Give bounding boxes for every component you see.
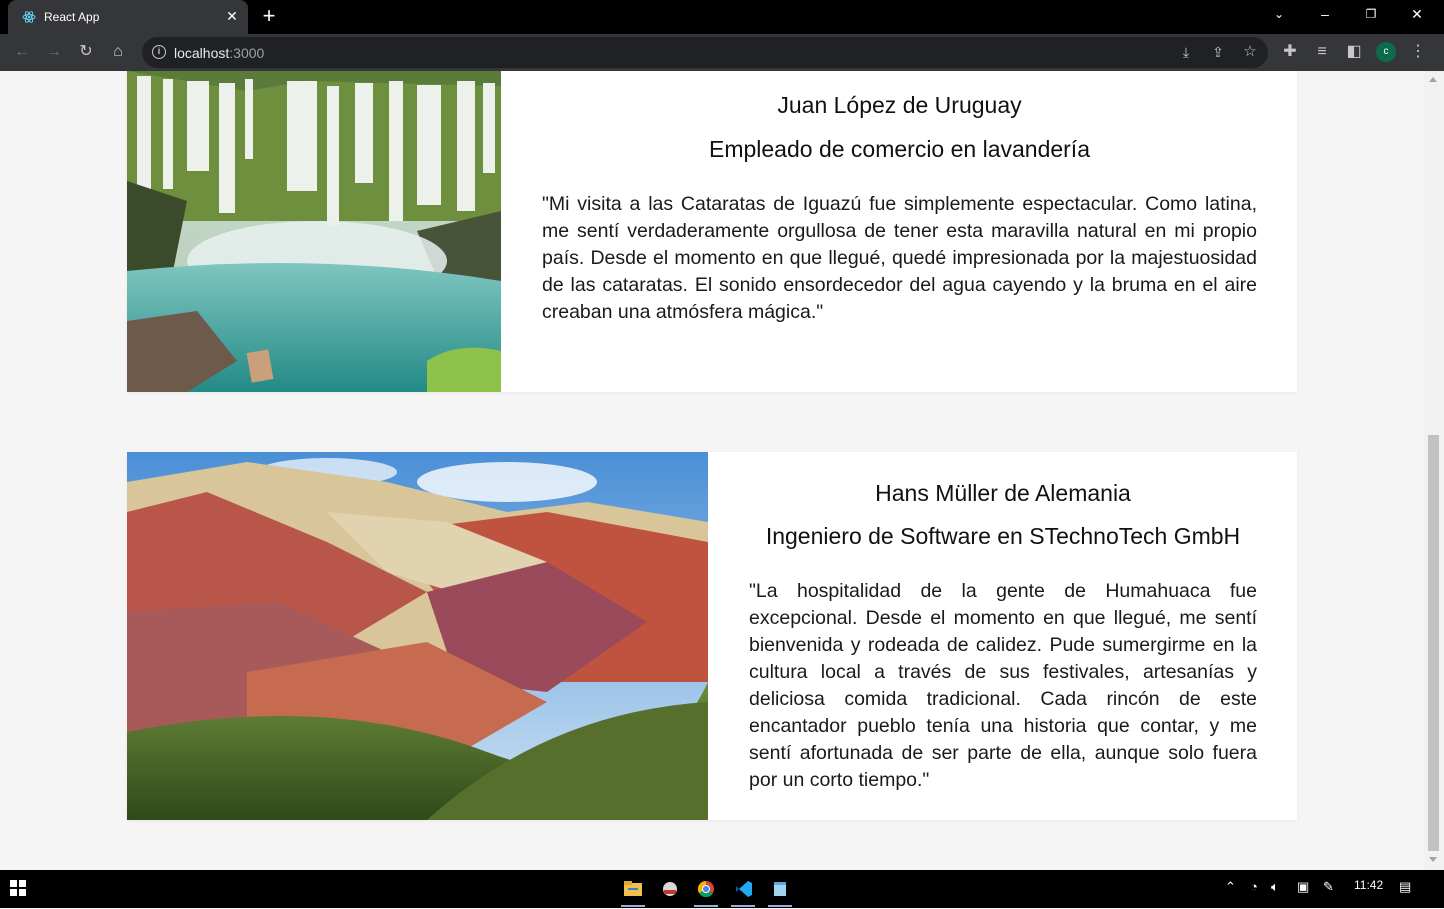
tab-close-icon[interactable]: ✕ — [224, 8, 240, 24]
file-explorer-icon[interactable] — [618, 874, 648, 907]
minimize-button[interactable]: – — [1302, 0, 1348, 30]
tray-chevron-icon[interactable]: ⌃ — [1225, 879, 1236, 895]
share-icon[interactable]: ⇪ — [1206, 40, 1230, 64]
address-bar[interactable]: i localhost:3000 ⤓ ⇪ ☆ — [142, 37, 1268, 68]
testimonial-quote: "Mi visita a las Cataratas de Iguazú fue… — [542, 193, 1257, 323]
tab-strip: React App ✕ + ⌄ – ❐ ✕ — [0, 0, 1444, 34]
app-icon[interactable] — [655, 874, 685, 904]
menu-kebab-icon[interactable]: ⋮ — [1406, 40, 1430, 64]
chrome-icon[interactable] — [691, 874, 721, 907]
testimonial-name: Hans Müller de Alemania — [875, 480, 1131, 506]
url-port: :3000 — [229, 45, 265, 61]
tab-title: React App — [44, 10, 100, 24]
install-app-icon[interactable]: ⤓ — [1174, 40, 1198, 64]
testimonial-card: Juan López de Uruguay Empleado de comerc… — [127, 71, 1297, 392]
pen-icon[interactable]: ✎ — [1323, 879, 1334, 895]
back-icon[interactable]: ← — [10, 40, 34, 64]
notepad-icon[interactable] — [765, 874, 795, 907]
security-icon[interactable]: ▣ — [1297, 879, 1309, 895]
tab-search-icon[interactable]: ⌄ — [1256, 0, 1302, 30]
close-window-button[interactable]: ✕ — [1394, 0, 1440, 30]
waterfall-image — [127, 71, 501, 392]
scroll-thumb[interactable] — [1428, 435, 1439, 851]
home-icon[interactable]: ⌂ — [106, 40, 130, 64]
bookmark-star-icon[interactable]: ☆ — [1238, 40, 1262, 64]
reading-list-icon[interactable]: ≡ — [1310, 40, 1334, 64]
browser-toolbar: ← → ↻ ⌂ i localhost:3000 ⤓ ⇪ ☆ ✚ ≡ ◧ c ⋮ — [0, 34, 1444, 71]
testimonial-card: Hans Müller de Alemania Ingeniero de Sof… — [127, 452, 1297, 820]
testimonial-name: Juan López de Uruguay — [777, 92, 1022, 118]
mountains-image — [127, 452, 708, 820]
browser-tab[interactable]: React App ✕ — [8, 0, 248, 34]
testimonial-body: Juan López de Uruguay Empleado de comerc… — [542, 71, 1257, 392]
windows-start-icon[interactable] — [10, 880, 26, 896]
side-panel-icon[interactable]: ◧ — [1342, 40, 1366, 64]
scroll-up-arrow-icon[interactable] — [1429, 77, 1437, 82]
windows-taskbar: ⌃ ◔ 🔈︎ ▣ ✎ 11:42 ▤ — [0, 870, 1444, 908]
reload-icon[interactable]: ↻ — [74, 40, 98, 64]
restore-button[interactable]: ❐ — [1348, 0, 1394, 30]
testimonial-role: Ingeniero de Software en STechnoTech Gmb… — [765, 523, 1241, 549]
testimonial-role: Empleado de comercio en lavandería — [708, 136, 1090, 162]
forward-icon[interactable]: → — [42, 40, 66, 64]
react-logo-icon — [22, 11, 36, 23]
vscode-icon[interactable] — [728, 874, 758, 907]
extensions-icon[interactable]: ✚ — [1278, 40, 1302, 64]
profile-avatar[interactable]: c — [1376, 42, 1396, 62]
testimonial-quote: "La hospitalidad de la gente de Humahuac… — [749, 580, 1257, 791]
scroll-down-arrow-icon[interactable] — [1429, 857, 1437, 862]
url-text: localhost:3000 — [174, 45, 264, 61]
page-scrollbar[interactable] — [1424, 71, 1444, 870]
volume-icon[interactable]: 🔈︎ — [1271, 879, 1279, 895]
testimonial-body: Hans Müller de Alemania Ingeniero de Sof… — [749, 452, 1257, 820]
page-viewport: Juan López de Uruguay Empleado de comerc… — [0, 71, 1424, 870]
wifi-icon[interactable]: ◔ — [1250, 879, 1258, 894]
site-info-icon[interactable]: i — [152, 45, 166, 59]
notifications-icon[interactable]: ▤ — [1399, 879, 1411, 895]
taskbar-clock[interactable]: 11:42 — [1354, 878, 1383, 892]
new-tab-button[interactable]: + — [258, 5, 280, 28]
url-host: localhost — [174, 45, 230, 61]
